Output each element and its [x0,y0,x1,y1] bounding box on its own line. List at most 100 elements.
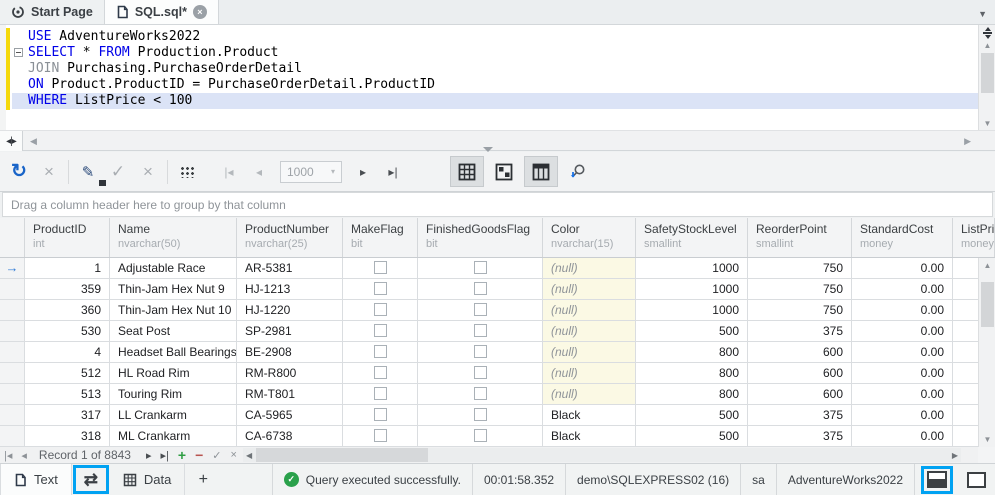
checkbox-unchecked[interactable] [373,387,387,400]
sql-code[interactable]: USE AdventureWorks2022 SELECT * FROM Prod… [28,29,978,109]
cell-safetystocklevel[interactable]: 1000 [636,279,748,300]
cell-standardcost[interactable]: 0.00 [852,405,953,426]
checkbox-unchecked[interactable] [473,345,487,358]
scroll-down-icon[interactable]: ▼ [979,119,995,128]
editor-scroll-thumb[interactable] [981,53,994,93]
cell-safetystocklevel[interactable]: 800 [636,384,748,405]
table-row[interactable]: 359 Thin-Jam Hex Nut 9 HJ-1213 (null) 1000 75… [0,279,995,300]
group-by-panel[interactable]: Drag a column header here to group by th… [2,192,993,217]
grid-vertical-scrollbar[interactable]: ▲ ▼ [978,258,995,447]
grid-scroll-thumb[interactable] [981,282,994,327]
previous-record-button[interactable]: ◂ [21,449,27,462]
status-user[interactable]: sa [740,463,776,495]
card-view-button[interactable] [487,156,521,187]
cell-reorderpoint[interactable]: 750 [748,258,852,279]
checkbox-unchecked[interactable] [473,366,487,379]
column-header-listprice[interactable]: ListPrice money [953,218,995,257]
cell-makeflag[interactable] [343,300,418,321]
cell-reorderpoint[interactable]: 600 [748,363,852,384]
cell-productnumber[interactable]: CA-6738 [237,426,343,447]
cell-reorderpoint[interactable]: 375 [748,405,852,426]
cell-name[interactable]: Thin-Jam Hex Nut 9 [110,279,237,300]
cell-productnumber[interactable]: RM-T801 [237,384,343,405]
column-header-finishedgoodsflag[interactable]: FinishedGoodsFlag bit [418,218,543,257]
table-row[interactable]: 317 LL Crankarm CA-5965 Black 500 375 0.00 [0,405,995,426]
grid-view-button[interactable] [450,156,484,187]
post-edit-button[interactable]: ✓ [212,449,221,462]
cell-name[interactable]: Adjustable Race [110,258,237,279]
table-row[interactable]: 530 Seat Post SP-2981 (null) 500 375 0.00 [0,321,995,342]
cell-reorderpoint[interactable]: 600 [748,342,852,363]
cell-productid[interactable]: 513 [25,384,110,405]
cell-finishedgoodsflag[interactable] [418,405,543,426]
cell-standardcost[interactable]: 0.00 [852,300,953,321]
checkbox-unchecked[interactable] [373,282,387,295]
scroll-down-icon[interactable]: ▼ [979,435,995,444]
cell-safetystocklevel[interactable]: 800 [636,342,748,363]
close-tab-icon[interactable]: × [192,5,207,19]
next-page-button[interactable]: ▸ [348,157,378,187]
cell-makeflag[interactable] [343,258,418,279]
last-record-button[interactable]: ▸| [161,449,169,462]
column-header-productnumber[interactable]: ProductNumber nvarchar(25) [237,218,343,257]
cell-productnumber[interactable]: RM-R800 [237,363,343,384]
cell-safetystocklevel[interactable]: 500 [636,405,748,426]
cancel-edit-button[interactable]: × [231,449,237,461]
cell-standardcost[interactable]: 0.00 [852,384,953,405]
cell-standardcost[interactable]: 0.00 [852,279,953,300]
cell-makeflag[interactable] [343,342,418,363]
scroll-left-icon[interactable]: ◀ [30,136,37,147]
cell-name[interactable]: LL Crankarm [110,405,237,426]
cell-finishedgoodsflag[interactable] [418,342,543,363]
cell-color[interactable]: (null) [543,384,636,405]
cell-color[interactable]: Black [543,405,636,426]
cell-makeflag[interactable] [343,426,418,447]
cell-standardcost[interactable]: 0.00 [852,342,953,363]
cell-makeflag[interactable] [343,384,418,405]
column-header-reorderpoint[interactable]: ReorderPoint smallint [748,218,852,257]
checkbox-unchecked[interactable] [373,303,387,316]
editor-split-handle-icon[interactable] [981,27,994,39]
cell-reorderpoint[interactable]: 750 [748,279,852,300]
checkbox-unchecked[interactable] [373,429,387,442]
cell-safetystocklevel[interactable]: 500 [636,321,748,342]
cell-productnumber[interactable]: AR-5381 [237,258,343,279]
cancel-changes-button[interactable]: × [133,157,163,187]
cell-finishedgoodsflag[interactable] [418,300,543,321]
cell-productnumber[interactable]: HJ-1220 [237,300,343,321]
table-row[interactable]: 4 Headset Ball Bearings BE-2908 (null) 800 60… [0,342,995,363]
checkbox-unchecked[interactable] [473,429,487,442]
scroll-up-icon[interactable]: ▲ [979,261,995,270]
next-record-button[interactable]: ▸ [146,449,152,462]
cell-safetystocklevel[interactable]: 1000 [636,300,748,321]
checkbox-unchecked[interactable] [373,261,387,274]
page-size-combobox[interactable]: 1000 ▾ [280,160,342,183]
cell-productid[interactable]: 317 [25,405,110,426]
checkbox-unchecked[interactable] [473,261,487,274]
cell-productid[interactable]: 4 [25,342,110,363]
cell-productnumber[interactable]: CA-5965 [237,405,343,426]
scroll-right-icon[interactable]: ▶ [964,136,971,147]
cell-standardcost[interactable]: 0.00 [852,321,953,342]
single-layout-button[interactable] [967,471,986,488]
first-page-button[interactable]: |◂ [214,157,244,187]
cell-productid[interactable]: 360 [25,300,110,321]
cell-productnumber[interactable]: SP-2981 [237,321,343,342]
cell-safetystocklevel[interactable]: 800 [636,363,748,384]
cell-productid[interactable]: 318 [25,426,110,447]
cell-makeflag[interactable] [343,405,418,426]
cell-makeflag[interactable] [343,321,418,342]
refresh-button[interactable]: ↻ [4,157,34,187]
cell-standardcost[interactable]: 0.00 [852,258,953,279]
tab-sql-file[interactable]: SQL.sql* × [104,0,219,24]
add-result-tab-button[interactable]: + [185,471,221,489]
code-line[interactable]: JOIN Purchasing.PurchaseOrderDetail [28,61,978,77]
cell-finishedgoodsflag[interactable] [418,426,543,447]
checkbox-unchecked[interactable] [373,345,387,358]
cell-safetystocklevel[interactable]: 1000 [636,258,748,279]
column-header-color[interactable]: Color nvarchar(15) [543,218,636,257]
cell-productid[interactable]: 512 [25,363,110,384]
grid-hscroll-thumb[interactable] [256,448,428,462]
cell-color[interactable]: (null) [543,279,636,300]
cell-reorderpoint[interactable]: 375 [748,426,852,447]
